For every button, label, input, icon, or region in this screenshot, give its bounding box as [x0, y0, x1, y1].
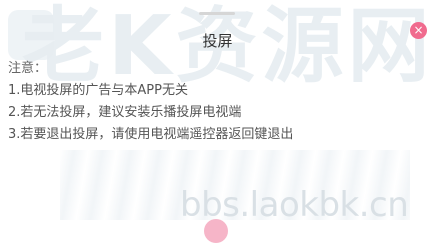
watermark-url: bbs.laokbk.cn — [180, 185, 409, 225]
dialog-title: 投屏 — [202, 32, 233, 50]
bottom-indicator — [204, 219, 228, 243]
notice-item: 2.若无法投屏，建议安装乐播投屏电视端 — [8, 105, 242, 120]
cast-dialog: 老K资源网 bbs.laokbk.cn 投屏 × 注意： 1.电视投屏的广告与本… — [0, 0, 435, 244]
close-button[interactable]: × — [410, 22, 427, 39]
notice-block: 注意： 1.电视投屏的广告与本APP无关 2.若无法投屏，建议安装乐播投屏电视端… — [8, 58, 428, 146]
notice-item: 3.若要退出投屏，请使用电视端遥控器返回键退出 — [8, 127, 294, 142]
notice-item: 1.电视投屏的广告与本APP无关 — [8, 83, 188, 98]
notice-heading: 注意： — [8, 61, 48, 76]
drag-handle[interactable] — [199, 12, 235, 15]
close-icon: × — [413, 23, 424, 37]
